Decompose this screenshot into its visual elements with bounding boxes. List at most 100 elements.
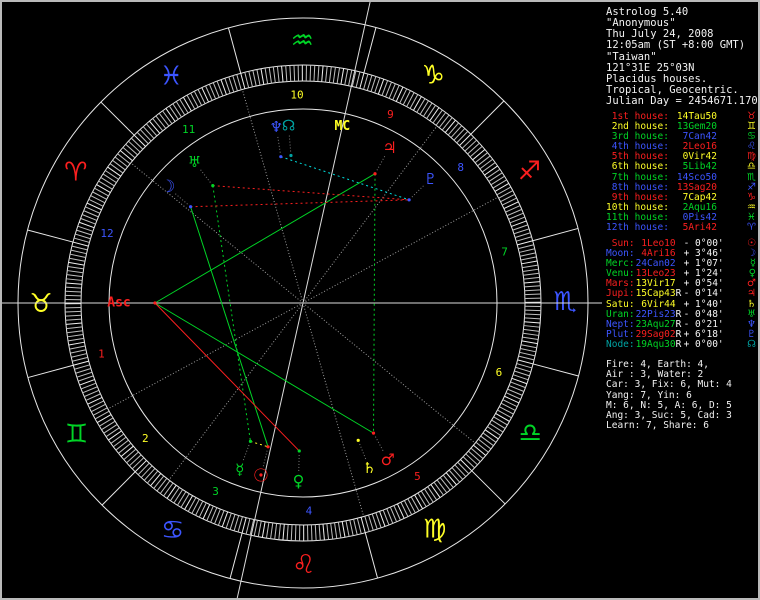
degree-tick (490, 175, 505, 186)
degree-tick (368, 514, 374, 531)
planet-glyph-mercury: ☿ (235, 460, 244, 478)
degree-tick (345, 520, 350, 537)
degree-tick (486, 168, 501, 179)
degree-tick (359, 72, 365, 89)
degree-tick (314, 524, 317, 541)
degree-tick (99, 417, 114, 427)
degree-tick (128, 140, 141, 153)
degree-tick (516, 363, 533, 369)
degree-tick (156, 478, 168, 492)
degree-tick (451, 467, 464, 480)
degree-tick (123, 448, 137, 461)
house-system: Placidus houses. (606, 72, 708, 85)
degree-tick (65, 282, 82, 285)
degree-tick (524, 317, 541, 320)
degree-tick (522, 336, 539, 341)
degree-tick (332, 67, 336, 84)
degree-tick (467, 142, 480, 155)
degree-tick (70, 249, 87, 255)
house-row: 12th house: 5Ari42 ♈ (606, 222, 756, 234)
degree-tick (112, 159, 126, 171)
degree-tick (131, 457, 145, 470)
house-number-3: 3 (212, 485, 219, 498)
chart-subject: "Anonymous" (606, 17, 676, 30)
degree-tick (481, 162, 496, 173)
degree-tick (348, 69, 353, 86)
degree-tick (142, 126, 155, 139)
planet-glyph-moon: ☽ (160, 177, 175, 197)
degree-tick (101, 420, 116, 431)
degree-tick (498, 190, 514, 199)
degree-tick (233, 515, 240, 531)
degree-tick (71, 245, 88, 251)
degree-tick (445, 472, 457, 486)
degree-tick (363, 73, 369, 90)
degree-tick (520, 256, 537, 261)
degree-tick (524, 293, 541, 296)
degree-tick (334, 522, 338, 539)
degree-tick (493, 416, 508, 426)
stat-line: Air : 3, Water: 2 (606, 369, 704, 381)
degree-tick (232, 75, 238, 92)
planet-dot-moon (188, 205, 193, 209)
degree-tick (370, 76, 377, 92)
degree-tick (137, 462, 150, 476)
degree-tick (66, 330, 83, 334)
degree-tick (65, 314, 82, 317)
sign-glyph-icon: ♈ (747, 222, 756, 234)
planet-row: Merc: 24Can02 + 1°07' ☿ (606, 258, 756, 269)
sign-glyph-capricorn: ♑ (422, 61, 445, 91)
degree-tick (513, 228, 530, 235)
degree-tick (122, 147, 136, 159)
house-cusp-value: 5Ari42 (682, 222, 717, 234)
degree-tick (519, 252, 536, 257)
sign-divider (532, 363, 579, 377)
planet-dot-venus (297, 449, 301, 453)
degree-tick (65, 322, 82, 325)
degree-tick (184, 495, 193, 510)
ascendant-dot (153, 301, 157, 305)
degree-tick (73, 237, 90, 243)
sign-glyph-virgo: ♍ (423, 515, 446, 545)
planet-row: Sun: 1Leo10- 0°00' ☉ (606, 238, 756, 249)
degree-tick (349, 519, 354, 536)
degree-tick (478, 438, 492, 450)
degree-tick (429, 107, 440, 122)
degree-tick (495, 413, 510, 422)
degree-tick (70, 349, 87, 354)
degree-tick (102, 173, 117, 184)
degree-tick (479, 158, 493, 170)
degree-tick (355, 71, 361, 88)
aspect-line-asc-mars (154, 302, 374, 434)
retrograde-flag: R (675, 288, 682, 300)
planet-label: Node: (606, 339, 635, 351)
degree-tick (438, 114, 450, 128)
degree-tick (477, 155, 491, 167)
house-number-12: 12 (100, 227, 113, 240)
degree-tick (69, 345, 86, 350)
degree-tick (253, 520, 258, 537)
degree-tick (257, 520, 262, 537)
house-number-4: 4 (306, 504, 313, 517)
degree-tick (75, 233, 91, 240)
degree-tick (74, 364, 90, 370)
degree-tick (140, 465, 153, 478)
house-number-8: 8 (457, 161, 464, 174)
degree-tick (120, 445, 134, 457)
degree-tick (413, 96, 422, 111)
degree-tick (155, 115, 167, 129)
sign-divider (364, 532, 379, 579)
degree-tick (524, 281, 541, 284)
house-row: 9th house: 7Cap42 ♑ (606, 192, 756, 203)
degree-tick (285, 65, 288, 82)
degree-tick (166, 484, 177, 499)
planet-row: Uran: 22Pis23 R - 0°48' ♅ (606, 309, 756, 320)
house-row: 10th house: 2Aqu16 ♒ (606, 202, 756, 213)
degree-tick (136, 131, 149, 145)
degree-tick (325, 66, 328, 83)
degree-tick (522, 264, 539, 269)
degree-tick (252, 70, 257, 87)
degree-tick (134, 460, 147, 473)
degree-tick (353, 519, 358, 535)
degree-tick (67, 334, 84, 338)
